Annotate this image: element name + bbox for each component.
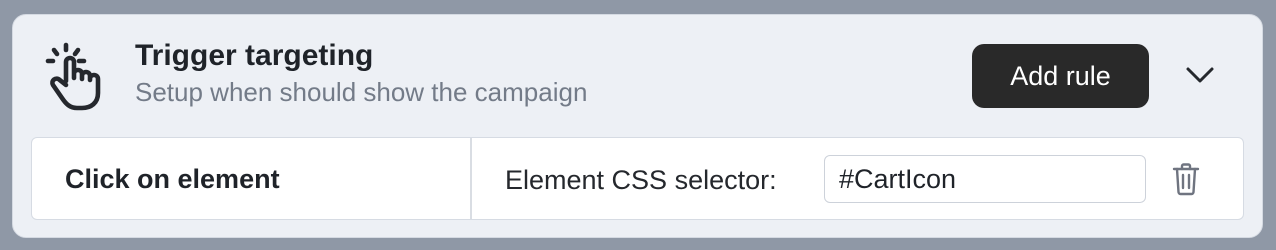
trash-icon[interactable]: [1171, 162, 1201, 196]
rule-row: Click on element Element CSS selector:: [31, 137, 1244, 220]
add-rule-button[interactable]: Add rule: [972, 44, 1149, 108]
panel-title: Trigger targeting: [135, 39, 374, 72]
css-selector-label: Element CSS selector:: [505, 165, 777, 195]
trigger-targeting-panel: Trigger targeting Setup when should show…: [12, 14, 1263, 238]
tap-hand-icon: [45, 42, 101, 111]
panel-header: Trigger targeting Setup when should show…: [13, 15, 1262, 135]
chevron-down-icon[interactable]: [1183, 64, 1217, 86]
css-selector-input[interactable]: [824, 155, 1146, 203]
rule-type-cell: Click on element: [32, 138, 472, 219]
panel-subtitle: Setup when should show the campaign: [135, 77, 588, 107]
rule-type-label: Click on element: [65, 164, 280, 194]
